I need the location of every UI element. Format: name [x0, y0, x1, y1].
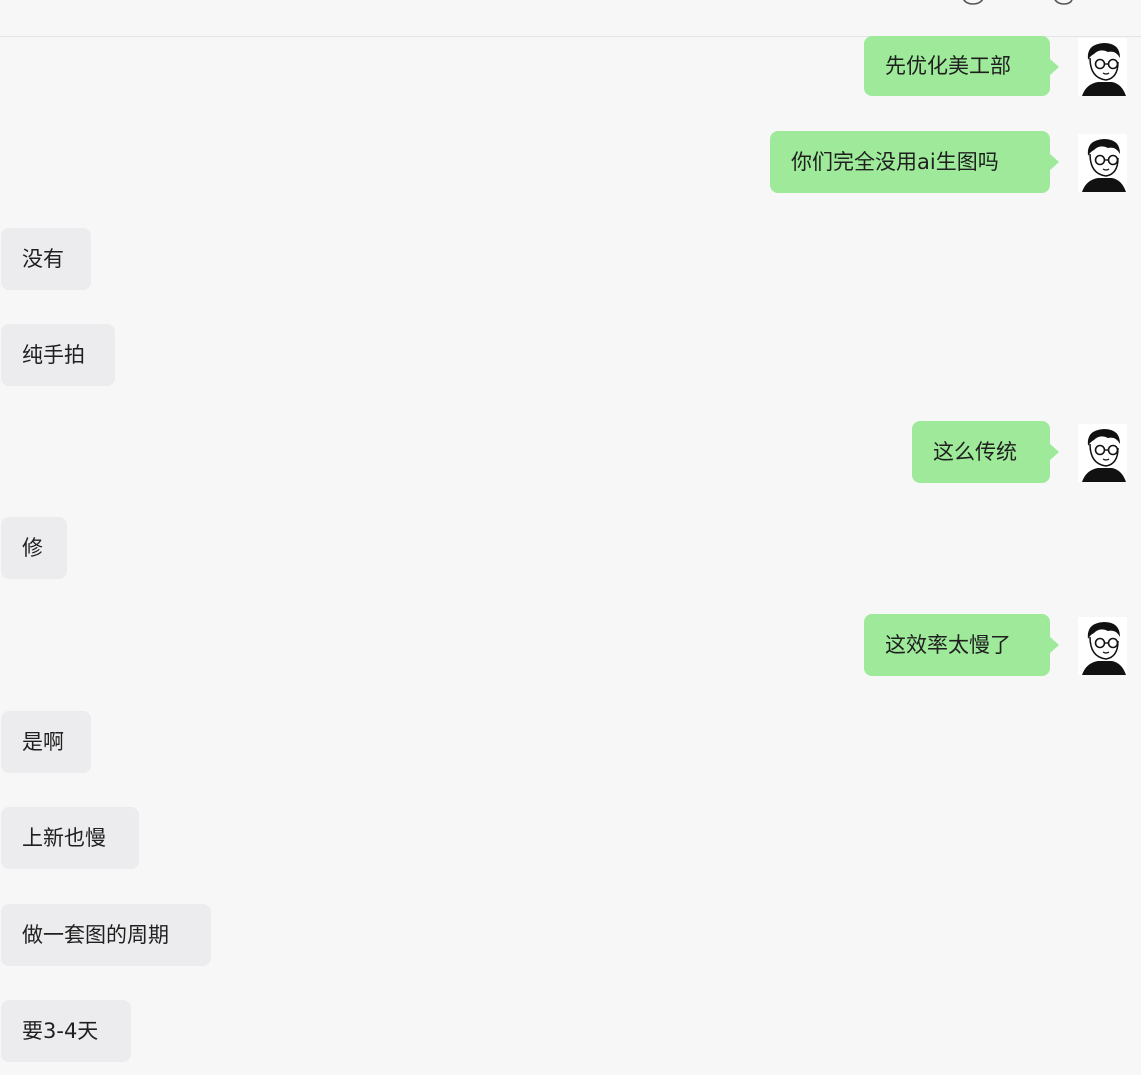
avatar[interactable] [1078, 38, 1128, 96]
outgoing-message[interactable]: 你们完全没用ai生图吗 [770, 131, 1059, 193]
chat-bubble-icon[interactable] [960, 0, 986, 8]
avatar[interactable] [1078, 134, 1128, 192]
cartoon-man-with-glasses-avatar [1078, 424, 1128, 482]
incoming-message[interactable]: 要3-4天 [1, 1000, 131, 1062]
outgoing-message[interactable]: 先优化美工部 [864, 36, 1059, 96]
outgoing-message[interactable]: 这效率太慢了 [864, 614, 1059, 676]
scrollbar[interactable] [1127, 37, 1141, 1075]
incoming-message[interactable]: 修 [1, 517, 67, 579]
cartoon-man-with-glasses-avatar [1078, 134, 1128, 192]
cartoon-man-with-glasses-avatar [1078, 38, 1128, 96]
avatar[interactable] [1078, 424, 1128, 482]
outgoing-message[interactable]: 这么传统 [912, 421, 1059, 483]
incoming-message[interactable]: 没有 [1, 228, 91, 290]
link-icon[interactable] [1050, 0, 1076, 8]
incoming-message[interactable]: 是啊 [1, 711, 91, 773]
incoming-message[interactable]: 纯手拍 [1, 324, 115, 386]
chat-window: 先优化美工部 你们完全没用ai生图吗 没有 纯手拍 这么传统 修 这效率太慢了 … [0, 0, 1141, 1075]
cartoon-man-with-glasses-avatar [1078, 617, 1128, 675]
incoming-message[interactable]: 做一套图的周期 [1, 904, 211, 966]
incoming-message[interactable]: 上新也慢 [1, 807, 139, 869]
chat-header [0, 0, 1141, 37]
avatar[interactable] [1078, 617, 1128, 675]
